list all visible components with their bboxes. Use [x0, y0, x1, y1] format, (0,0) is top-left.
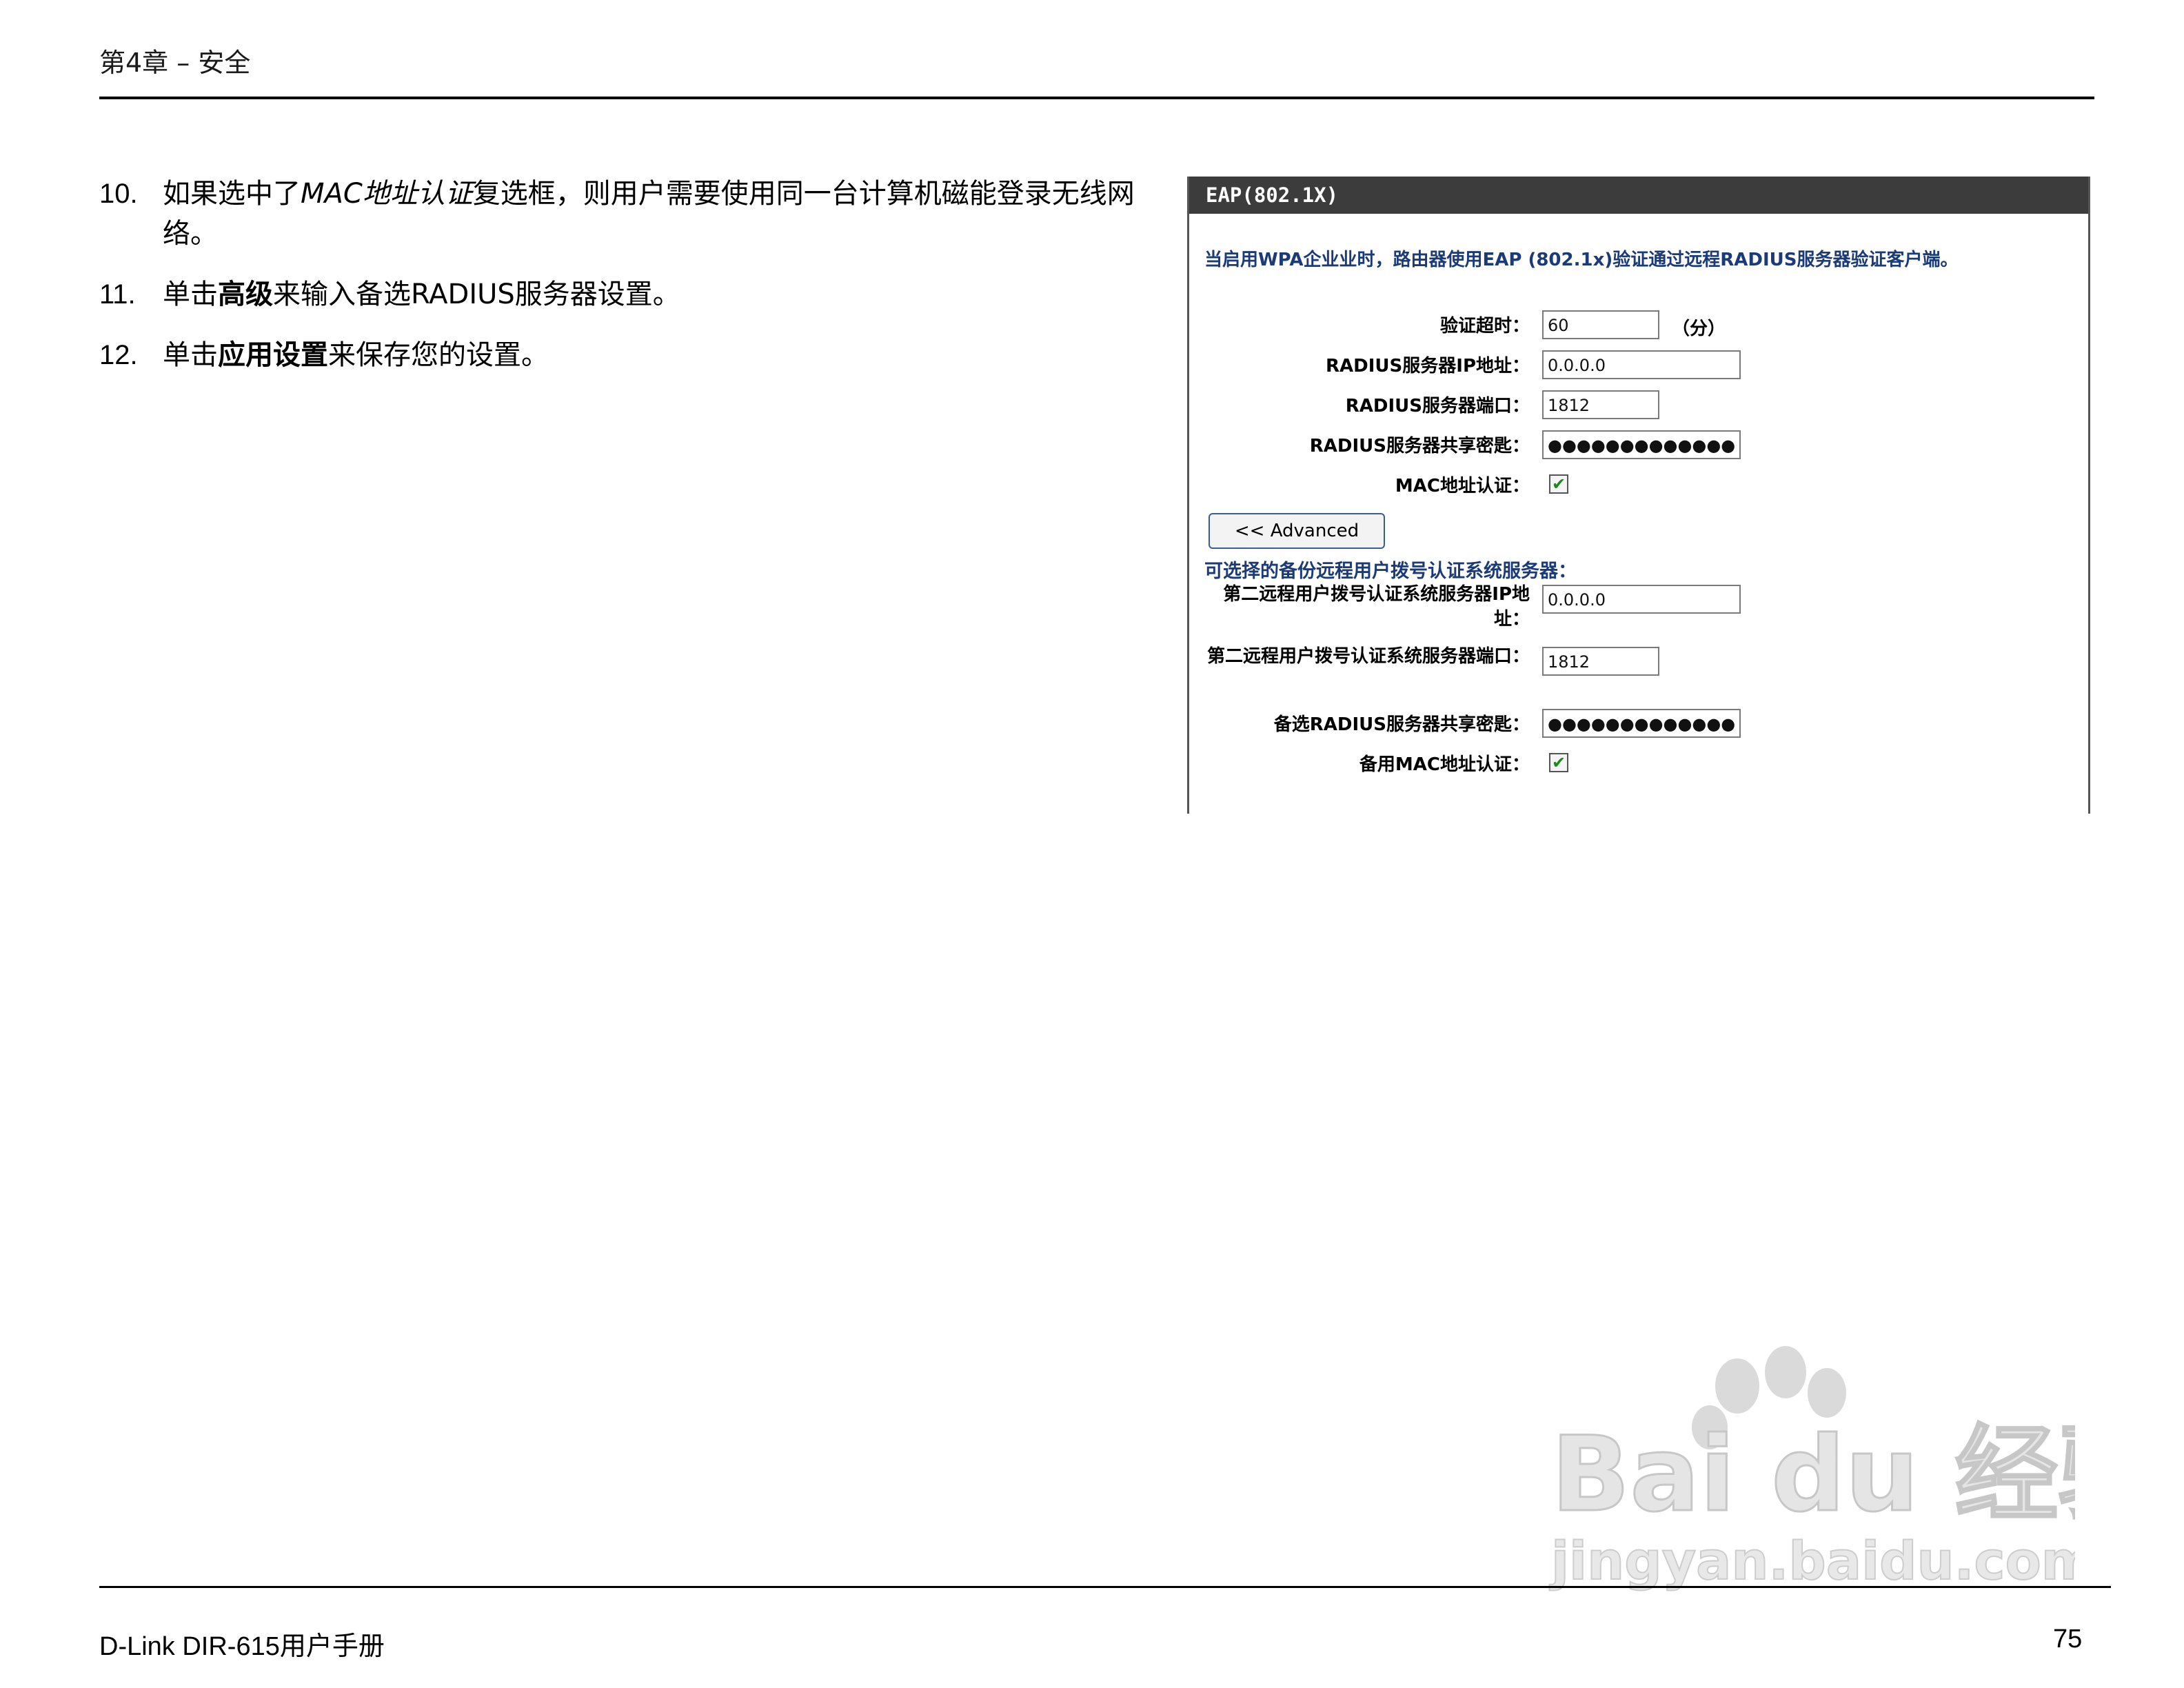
- step-number: 10.: [99, 179, 138, 209]
- step-emphasis: 应用设置: [218, 339, 328, 371]
- step-number: 12.: [99, 340, 138, 370]
- panel-title: EAP(802.1X): [1189, 177, 2088, 214]
- backup-port-row: 第二远程用户拨号认证系统服务器端口： 1812: [1189, 646, 2085, 683]
- radius-port-label: RADIUS服务器端口：: [1345, 396, 1530, 416]
- radius-ip-row: RADIUS服务器IP地址： 0.0.0.0: [1189, 350, 2085, 386]
- step-10: 10. 如果选中了MAC地址认证复选框，则用户需要使用同一台计算机磁能登录无线网…: [99, 174, 1175, 254]
- backup-ip-input[interactable]: 0.0.0.0: [1542, 585, 1741, 614]
- step-text: 如果选中了: [163, 178, 301, 210]
- backup-title: 可选择的备份远程用户拨号认证系统服务器：: [1204, 561, 1577, 582]
- backup-secret-input[interactable]: ●●●●●●●●●●●●●: [1542, 709, 1741, 738]
- step-text: 来保存您的设置。: [328, 339, 549, 371]
- mac-auth-label: MAC地址认证：: [1395, 476, 1530, 496]
- step-text: 来输入备选RADIUS服务器设置。: [273, 279, 680, 310]
- radius-ip-label: RADIUS服务器IP地址：: [1326, 356, 1530, 376]
- step-text: 单击: [163, 339, 218, 371]
- backup-ip-label: 第二远程用户拨号认证系统服务器IP地址：: [1223, 584, 1530, 630]
- footer-rule: [99, 1586, 2111, 1588]
- page-number: 75: [2053, 1625, 2083, 1654]
- advanced-button[interactable]: << Advanced: [1209, 513, 1385, 549]
- timeout-label: 验证超时：: [1439, 316, 1530, 336]
- backup-secret-row: 备选RADIUS服务器共享密匙： ●●●●●●●●●●●●●: [1189, 709, 2085, 745]
- step-number: 11.: [99, 279, 136, 310]
- mac-auth-row: MAC地址认证： ✔: [1189, 470, 2085, 506]
- step-text: 单击: [163, 279, 218, 310]
- step-emphasis: 高级: [218, 279, 273, 310]
- watermark-brand: Bai du 经验: [1551, 1415, 2075, 1535]
- header-rule: [99, 97, 2094, 99]
- radius-secret-label: RADIUS服务器共享密匙：: [1309, 436, 1530, 456]
- panel-description: 当启用WPA企业业时，路由器使用EAP (802.1x)验证通过远程RADIUS…: [1204, 250, 1959, 270]
- radius-ip-input[interactable]: 0.0.0.0: [1542, 350, 1741, 379]
- watermark-url: jingyan.baidu.com: [1549, 1530, 2075, 1591]
- backup-mac-label: 备用MAC地址认证：: [1359, 754, 1530, 775]
- mac-auth-checkbox[interactable]: ✔: [1549, 474, 1568, 494]
- timeout-row: 验证超时： 60 （分）: [1189, 310, 2085, 346]
- backup-secret-label: 备选RADIUS服务器共享密匙：: [1273, 714, 1530, 735]
- backup-port-label: 第二远程用户拨号认证系统服务器端口：: [1206, 646, 1530, 667]
- radius-secret-row: RADIUS服务器共享密匙： ●●●●●●●●●●●●●: [1189, 430, 2085, 466]
- backup-port-input[interactable]: 1812: [1542, 647, 1659, 676]
- footer-manual-title: D-Link DIR-615用户手册: [99, 1632, 385, 1661]
- baidu-watermark: Bai du 经验 jingyan.baidu.com: [1548, 1346, 2075, 1592]
- steps-list: 10. 如果选中了MAC地址认证复选框，则用户需要使用同一台计算机磁能登录无线网…: [99, 174, 1175, 396]
- backup-mac-checkbox[interactable]: ✔: [1549, 753, 1568, 772]
- step-12: 12. 单击应用设置来保存您的设置。: [99, 335, 1175, 375]
- backup-ip-row: 第二远程用户拨号认证系统服务器IP地址： 0.0.0.0: [1189, 584, 2085, 630]
- step-emphasis: MAC地址认证: [301, 178, 473, 210]
- step-11: 11. 单击高级来输入备选RADIUS服务器设置。: [99, 274, 1175, 314]
- timeout-input[interactable]: 60: [1542, 310, 1659, 339]
- radius-secret-input[interactable]: ●●●●●●●●●●●●●: [1542, 430, 1741, 459]
- chapter-header: 第4章 – 安全: [99, 48, 251, 78]
- backup-mac-row: 备用MAC地址认证： ✔: [1189, 749, 2085, 785]
- timeout-unit: （分）: [1672, 319, 1726, 339]
- radius-port-input[interactable]: 1812: [1542, 390, 1659, 419]
- radius-port-row: RADIUS服务器端口： 1812: [1189, 390, 2085, 426]
- eap-panel: EAP(802.1X) 当启用WPA企业业时，路由器使用EAP (802.1x)…: [1187, 177, 2090, 814]
